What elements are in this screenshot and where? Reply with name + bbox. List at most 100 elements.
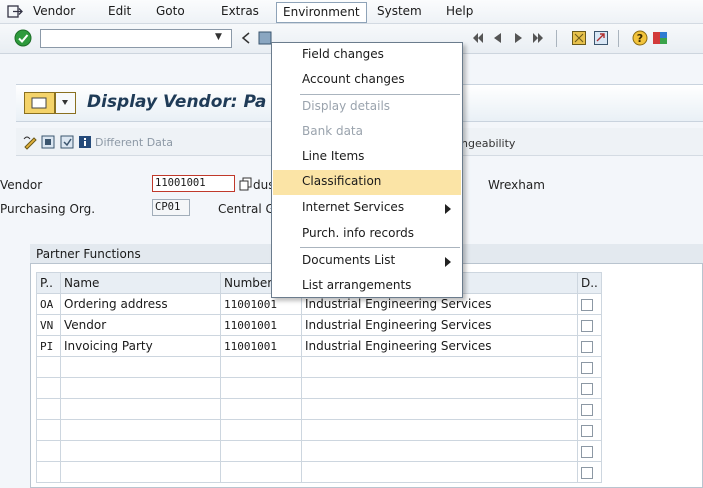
menu-help[interactable]: Help bbox=[446, 4, 473, 18]
exit-icon[interactable] bbox=[6, 4, 24, 20]
menu-goto[interactable]: Goto bbox=[156, 4, 185, 18]
menu-system[interactable]: System bbox=[377, 4, 422, 18]
row-checkbox[interactable] bbox=[581, 298, 593, 311]
row-number[interactable] bbox=[220, 356, 302, 378]
menu-item-account-changes[interactable]: Account changes bbox=[273, 68, 461, 93]
back-icon[interactable] bbox=[238, 30, 254, 46]
menu-separator bbox=[300, 247, 460, 248]
row-number[interactable]: 11001001 bbox=[220, 335, 302, 357]
row-number[interactable] bbox=[220, 398, 302, 420]
row-number[interactable]: 11001001 bbox=[220, 314, 302, 336]
previous-page-icon[interactable] bbox=[490, 30, 506, 46]
purchasing-org-description: Central G bbox=[218, 202, 275, 216]
column-header-name[interactable]: Name bbox=[60, 272, 221, 294]
row-description bbox=[301, 377, 578, 399]
row-partner-function[interactable] bbox=[36, 377, 61, 399]
info-icon[interactable] bbox=[77, 134, 93, 150]
table-row bbox=[36, 356, 602, 378]
row-partner-function[interactable] bbox=[36, 461, 61, 483]
environment-menu: Field changes Account changes Display de… bbox=[271, 42, 463, 298]
menu-item-label: Field changes bbox=[302, 47, 384, 61]
row-partner-function[interactable] bbox=[36, 398, 61, 420]
enter-check-icon[interactable] bbox=[14, 29, 32, 47]
row-number[interactable] bbox=[220, 440, 302, 462]
command-field[interactable] bbox=[40, 29, 232, 48]
row-name[interactable]: Ordering address bbox=[60, 293, 221, 315]
svg-text:?: ? bbox=[637, 32, 643, 45]
row-partner-function[interactable]: PI bbox=[36, 335, 61, 357]
row-checkbox[interactable] bbox=[581, 403, 593, 416]
row-checkbox[interactable] bbox=[581, 445, 593, 458]
row-name[interactable]: Vendor bbox=[60, 314, 221, 336]
row-description bbox=[301, 440, 578, 462]
menu-item-label: Display details bbox=[302, 99, 391, 113]
save-data-icon[interactable] bbox=[59, 134, 75, 150]
row-partner-function[interactable]: OA bbox=[36, 293, 61, 315]
menu-item-label: Classification bbox=[302, 174, 382, 188]
menu-item-field-changes[interactable]: Field changes bbox=[273, 43, 461, 68]
shortcut-icon[interactable] bbox=[593, 30, 609, 46]
menu-item-line-items[interactable]: Line Items bbox=[273, 145, 461, 170]
toolbar-separator bbox=[556, 30, 557, 47]
purchasing-org-label: Purchasing Org. bbox=[0, 202, 96, 216]
vendor-city: Wrexham bbox=[488, 178, 545, 192]
row-partner-function[interactable] bbox=[36, 419, 61, 441]
customize-layout-icon[interactable] bbox=[652, 30, 668, 46]
menu-item-list-arrangements[interactable]: List arrangements bbox=[273, 274, 461, 299]
menu-vendor[interactable]: Vendor bbox=[33, 4, 75, 18]
table-row: VN Vendor 11001001 Industrial Engineerin… bbox=[36, 314, 602, 336]
menu-extras[interactable]: Extras bbox=[221, 4, 259, 18]
row-name[interactable] bbox=[60, 461, 221, 483]
row-checkbox[interactable] bbox=[581, 382, 593, 395]
table-row bbox=[36, 440, 602, 462]
command-dropdown-icon[interactable]: ▼ bbox=[215, 32, 222, 42]
row-checkbox[interactable] bbox=[581, 466, 593, 479]
row-name[interactable] bbox=[60, 356, 221, 378]
menu-item-label: Documents List bbox=[302, 253, 396, 267]
menu-edit[interactable]: Edit bbox=[108, 4, 131, 18]
row-number[interactable] bbox=[220, 419, 302, 441]
table-row bbox=[36, 377, 602, 399]
help-icon[interactable]: ? bbox=[632, 30, 648, 46]
menu-item-display-details: Display details bbox=[273, 95, 461, 120]
column-header-pf[interactable]: P.. bbox=[36, 272, 61, 294]
row-name[interactable] bbox=[60, 377, 221, 399]
first-page-icon[interactable] bbox=[470, 30, 486, 46]
vendor-field[interactable]: 11001001 bbox=[152, 175, 235, 192]
other-vendor-icon[interactable] bbox=[40, 134, 56, 150]
menu-item-label: Bank data bbox=[302, 124, 363, 138]
row-partner-function[interactable] bbox=[36, 356, 61, 378]
menu-environment[interactable]: Environment bbox=[276, 2, 367, 23]
row-number[interactable] bbox=[220, 377, 302, 399]
different-data-button[interactable]: Different Data bbox=[95, 136, 173, 149]
display-change-icon[interactable] bbox=[22, 134, 38, 150]
menu-item-label: Line Items bbox=[302, 149, 365, 163]
row-partner-function[interactable] bbox=[36, 440, 61, 462]
purchasing-org-field[interactable]: CP01 bbox=[152, 199, 190, 216]
menu-item-classification[interactable]: Classification bbox=[273, 170, 461, 195]
last-page-icon[interactable] bbox=[530, 30, 546, 46]
column-header-delete[interactable]: D.. bbox=[577, 272, 602, 294]
menu-item-documents-list[interactable]: Documents List bbox=[273, 249, 461, 274]
row-description bbox=[301, 419, 578, 441]
row-checkbox[interactable] bbox=[581, 424, 593, 437]
row-number[interactable] bbox=[220, 461, 302, 483]
next-page-icon[interactable] bbox=[510, 30, 526, 46]
row-name[interactable] bbox=[60, 398, 221, 420]
create-session-icon[interactable] bbox=[571, 30, 587, 46]
row-name[interactable] bbox=[60, 440, 221, 462]
row-partner-function[interactable]: VN bbox=[36, 314, 61, 336]
menu-item-internet-services[interactable]: Internet Services bbox=[273, 196, 461, 221]
changeability-button[interactable]: ngeability bbox=[461, 137, 515, 150]
table-row bbox=[36, 461, 602, 483]
menu-item-purch-info-records[interactable]: Purch. info records bbox=[273, 222, 461, 247]
row-checkbox[interactable] bbox=[581, 361, 593, 374]
row-checkbox[interactable] bbox=[581, 319, 593, 332]
transaction-menu-icon[interactable] bbox=[24, 92, 76, 114]
row-name[interactable]: Invoicing Party bbox=[60, 335, 221, 357]
copy-icon[interactable] bbox=[239, 177, 253, 191]
toolbar-separator bbox=[618, 30, 619, 47]
row-checkbox[interactable] bbox=[581, 340, 593, 353]
row-name[interactable] bbox=[60, 419, 221, 441]
submenu-arrow-icon bbox=[445, 257, 451, 267]
